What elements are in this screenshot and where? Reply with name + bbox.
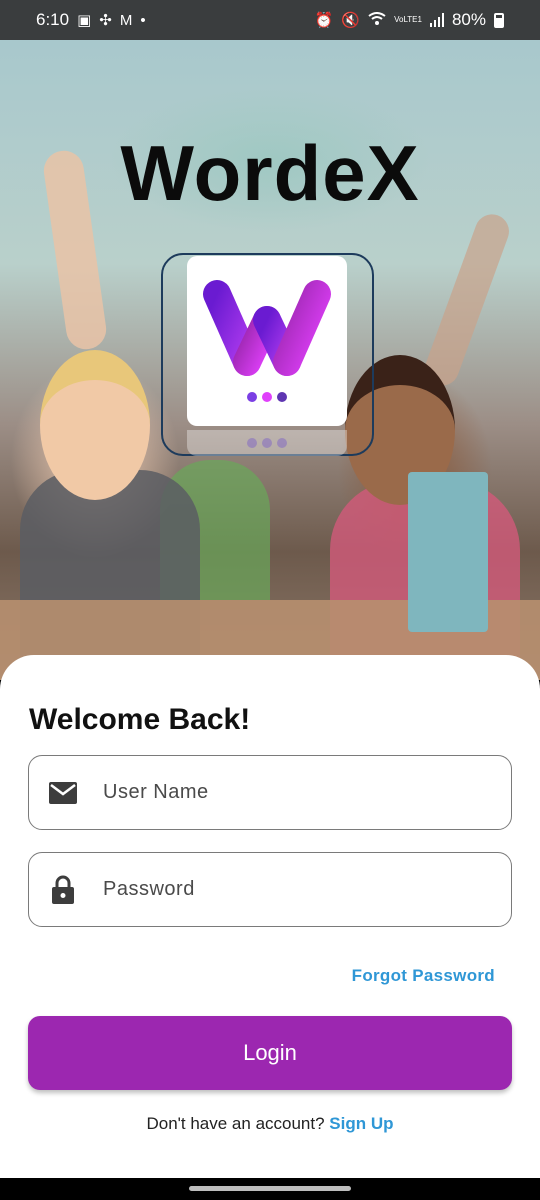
logo-dots: [247, 392, 287, 402]
gmail-icon: M: [119, 11, 133, 29]
status-bar: 6:10 ▣ ✣ M • ⏰ 🔇 VoLTE1 80%: [0, 0, 540, 40]
photo-book: [408, 472, 488, 632]
photo-arm-right: [420, 209, 514, 391]
welcome-heading: Welcome Back!: [29, 703, 251, 736]
gallery-icon: ▣: [77, 11, 92, 29]
alarm-icon: ⏰: [314, 11, 334, 29]
logo-dot: [277, 392, 287, 402]
dot-icon: •: [140, 11, 146, 29]
reflection-dot: [247, 438, 257, 448]
volte-icon: VoLTE1: [394, 15, 422, 24]
lock-icon: [48, 875, 78, 905]
signup-link[interactable]: Sign Up: [329, 1114, 393, 1133]
password-input[interactable]: [103, 878, 463, 901]
signup-prompt: Don't have an account?: [146, 1114, 325, 1133]
clock: 6:10: [36, 10, 70, 29]
reflection-dot: [277, 438, 287, 448]
logo-dot: [262, 392, 272, 402]
status-bar-right: ⏰ 🔇 VoLTE1 80%: [315, 10, 504, 30]
battery-icon: [494, 12, 504, 28]
mail-icon: [48, 781, 78, 805]
mute-icon: 🔇: [341, 11, 361, 29]
login-sheet: Welcome Back! Forgot Password Login Don'…: [0, 655, 540, 1178]
reflection-dot: [262, 438, 272, 448]
photo-head-left: [40, 350, 150, 500]
status-bar-left: 6:10 ▣ ✣ M •: [36, 10, 146, 30]
signal-icon: [429, 13, 444, 27]
login-button[interactable]: Login: [28, 1016, 512, 1090]
logo-dot: [247, 392, 257, 402]
forgot-password-link[interactable]: Forgot Password: [352, 966, 495, 986]
username-input[interactable]: [103, 781, 463, 804]
pinwheel-icon: ✣: [99, 11, 112, 29]
system-nav-bar: [0, 1178, 540, 1200]
signup-line: Don't have an account? Sign Up: [0, 1114, 540, 1134]
logo-reflection: [187, 430, 347, 456]
password-field[interactable]: [28, 852, 512, 927]
app-logo: [187, 256, 347, 426]
battery-percent: 80%: [451, 10, 486, 29]
app-title: WordeX: [120, 129, 420, 217]
username-field[interactable]: [28, 755, 512, 830]
wordex-w-logo-icon: [203, 280, 331, 376]
wifi-icon: [368, 11, 386, 29]
home-gesture-handle[interactable]: [189, 1186, 351, 1191]
